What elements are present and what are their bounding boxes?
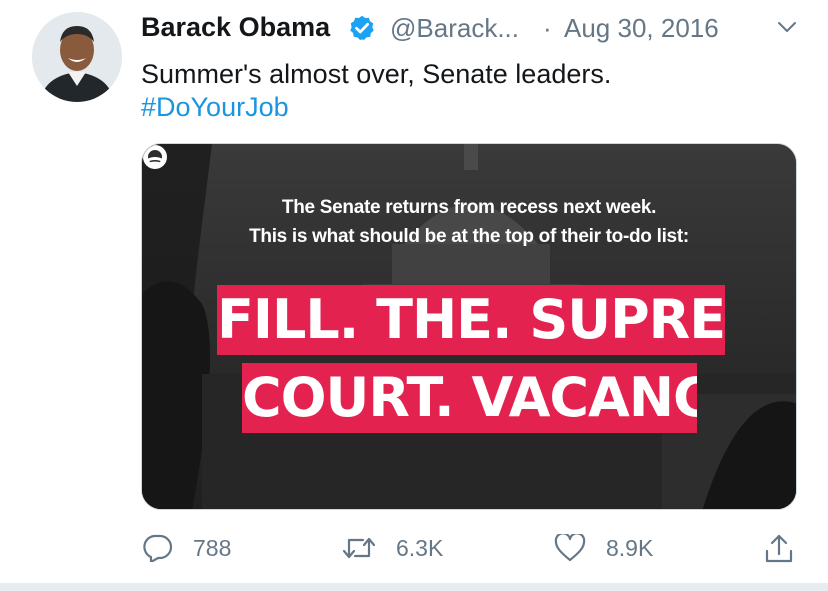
author-avatar[interactable] — [32, 12, 122, 102]
media-subtitle-line-1: The Senate returns from recess next week… — [281, 197, 657, 218]
tweet-header: Barack Obama @Barack... · Aug 30, 2016 — [141, 12, 798, 52]
reply-count: 788 — [193, 535, 232, 561]
reply-icon — [143, 534, 173, 562]
heart-icon — [554, 534, 586, 562]
tweet-media-image[interactable]: The Senate returns from recess next week… — [141, 143, 797, 510]
tweet-date[interactable]: Aug 30, 2016 — [564, 13, 719, 44]
media-headline-line-2: COURT. VACANCY. — [242, 363, 697, 433]
tweet-actions: 788 6.3K 8.9K — [141, 530, 801, 566]
retweet-icon — [342, 537, 376, 559]
author-handle[interactable]: @Barack... — [390, 13, 519, 44]
media-headline-line-1: FILL. THE. SUPREME. — [217, 285, 725, 355]
retweet-count: 6.3K — [396, 535, 444, 561]
obama-logo-icon — [143, 145, 167, 169]
tweet-text: Summer's almost over, Senate leaders. — [141, 59, 612, 89]
share-icon — [765, 534, 793, 563]
author-name[interactable]: Barack Obama — [141, 12, 330, 43]
like-count: 8.9K — [606, 535, 654, 561]
timeline-divider — [0, 583, 828, 591]
media-subtitle-line-2: This is what should be at the top of the… — [249, 226, 689, 247]
hashtag-link[interactable]: #DoYourJob — [141, 92, 289, 123]
separator-dot: · — [543, 13, 552, 43]
chevron-down-icon[interactable] — [776, 16, 798, 38]
verified-badge-icon — [350, 15, 374, 41]
avatar-photo-icon — [32, 12, 122, 102]
